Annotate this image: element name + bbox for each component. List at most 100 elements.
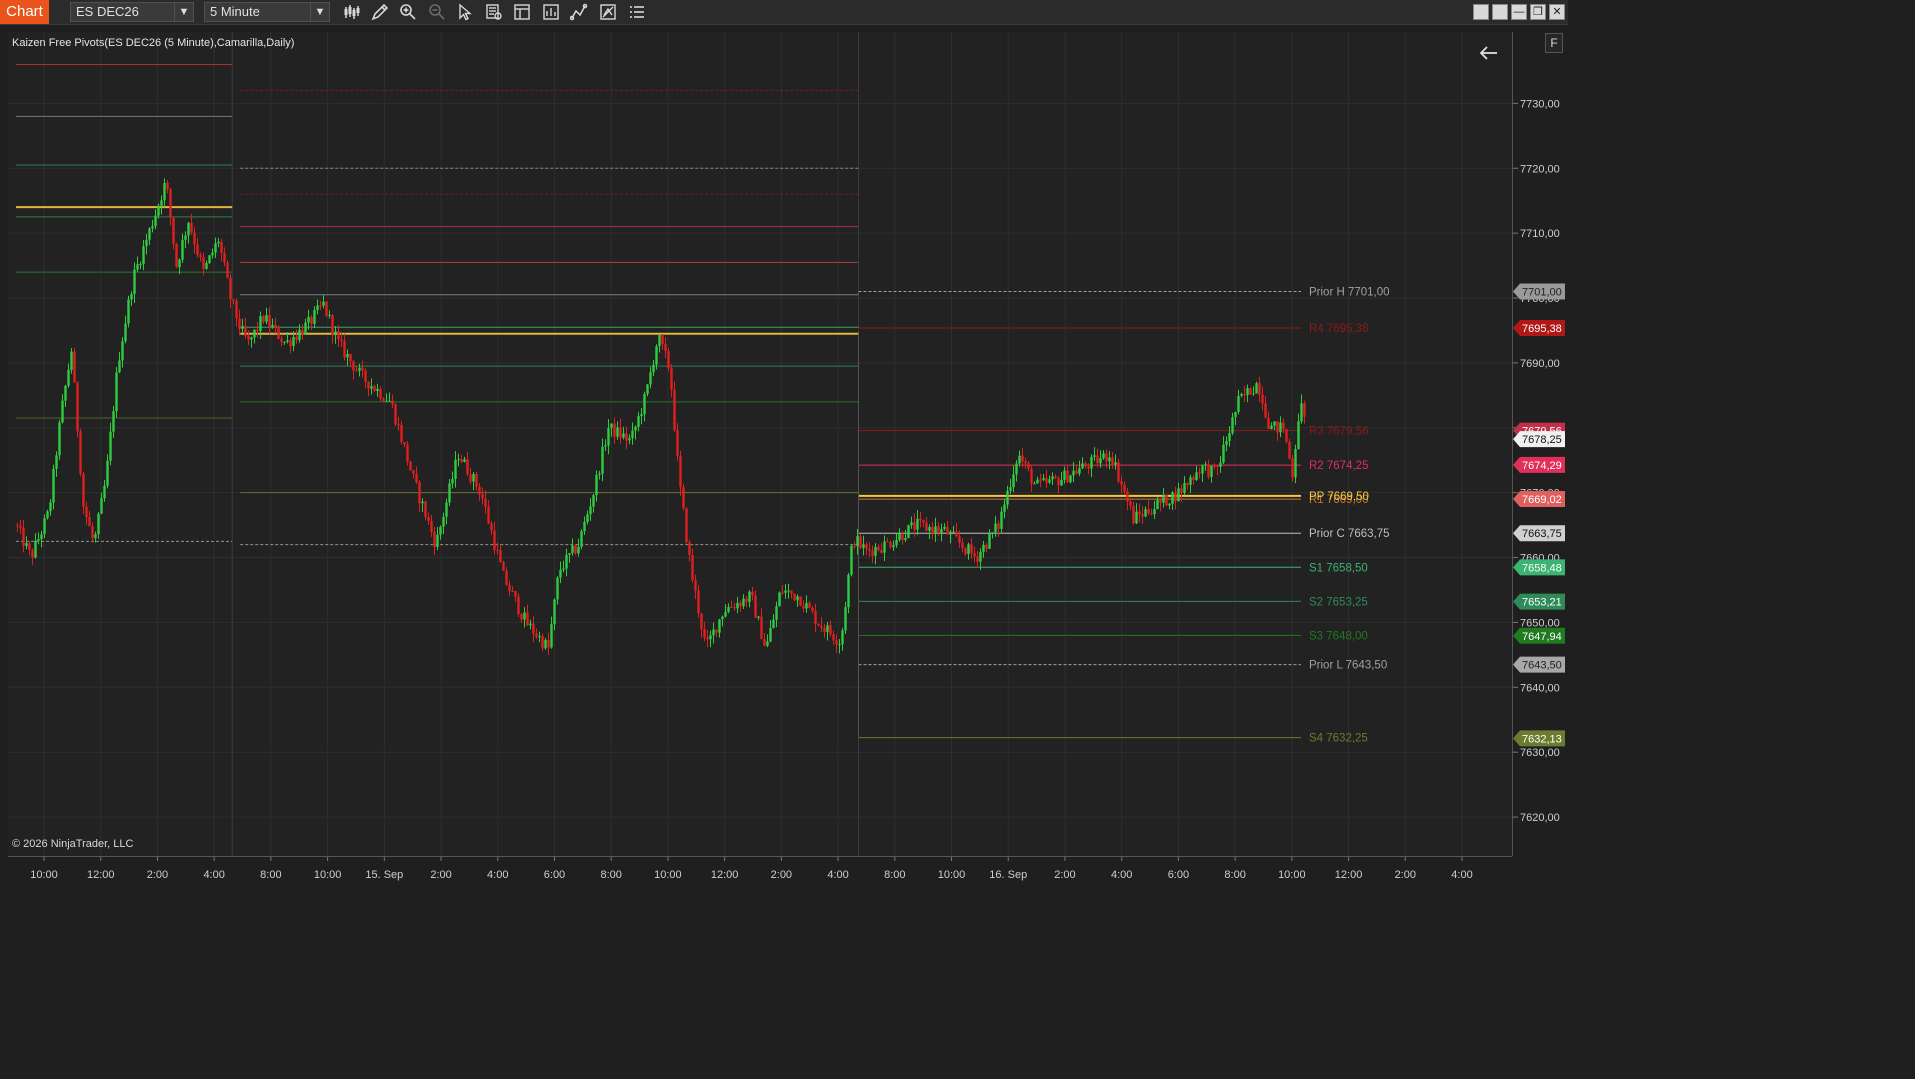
- candle-body: [1228, 433, 1231, 442]
- candle-body: [58, 422, 61, 456]
- candle-body: [1297, 421, 1300, 450]
- candle-body: [907, 524, 910, 538]
- candle-body: [112, 411, 115, 432]
- back-arrow-icon[interactable]: [1478, 42, 1500, 64]
- minimize-icon[interactable]: —: [1511, 4, 1527, 20]
- instrument-select[interactable]: ES DEC26 ▼: [70, 2, 194, 22]
- indicators-icon[interactable]: [570, 3, 588, 21]
- zoom-in-icon[interactable]: [399, 3, 417, 21]
- candle-body: [1288, 441, 1291, 459]
- candle-body: [460, 459, 463, 462]
- f-button[interactable]: F: [1545, 33, 1563, 53]
- restore-icon[interactable]: ❐: [1530, 4, 1546, 20]
- bar-type-icon[interactable]: [343, 3, 361, 21]
- candle-body: [754, 595, 757, 618]
- pivot-label: S3 7648,00: [1309, 630, 1368, 642]
- candle-body: [1111, 457, 1114, 465]
- candle-body: [880, 550, 883, 553]
- candle-body: [406, 444, 409, 462]
- candle-body: [604, 445, 607, 447]
- candle-body: [316, 305, 319, 311]
- candle-body: [1261, 394, 1264, 404]
- candle-body: [1012, 474, 1015, 488]
- candle-body: [196, 244, 199, 255]
- x-tick-label: 4:00: [1111, 869, 1132, 881]
- zoom-out-icon[interactable]: [428, 3, 446, 21]
- candle-body: [871, 550, 874, 556]
- candle-body: [664, 344, 667, 351]
- tile-icon[interactable]: [1492, 4, 1508, 20]
- candle-body: [1015, 463, 1018, 475]
- draw-pen-icon[interactable]: [371, 3, 389, 21]
- candle-body: [691, 555, 694, 581]
- candle-body: [739, 602, 742, 607]
- templates-icon[interactable]: [599, 3, 617, 21]
- candle-body: [319, 305, 322, 307]
- candle-body: [790, 590, 793, 594]
- price-marker-label: 7658,48: [1522, 562, 1562, 574]
- candle-body: [937, 526, 940, 533]
- chart-tab[interactable]: Chart: [0, 0, 49, 24]
- candle-body: [685, 508, 688, 543]
- candle-body: [916, 518, 919, 530]
- candle-body: [1129, 501, 1132, 506]
- candle-body: [1276, 421, 1279, 433]
- candle-body: [715, 629, 718, 633]
- candle-body: [949, 531, 952, 535]
- chevron-down-icon[interactable]: ▼: [174, 3, 193, 21]
- candle-body: [373, 386, 376, 391]
- interval-select[interactable]: 5 Minute ▼: [204, 2, 330, 22]
- chevron-down-icon[interactable]: ▼: [310, 3, 329, 21]
- candle-body: [802, 605, 805, 609]
- data-box-icon[interactable]: [485, 3, 503, 21]
- candle-body: [1291, 458, 1294, 478]
- candle-body: [697, 590, 700, 614]
- price-marker-label: 7678,25: [1522, 434, 1562, 446]
- candle-body: [379, 388, 382, 399]
- candle-body: [430, 520, 433, 532]
- close-icon[interactable]: ✕: [1549, 4, 1565, 20]
- candle-body: [778, 592, 781, 607]
- candle-body: [262, 316, 265, 322]
- candle-body: [730, 606, 733, 608]
- candle-body: [1300, 403, 1303, 422]
- candle-body: [310, 316, 313, 324]
- pointer-icon[interactable]: [456, 3, 474, 21]
- chart-panel[interactable]: Prior H 7701,00 R4 7695,38 R3 7679,56 R2 76…: [8, 32, 1512, 856]
- candle-body: [382, 398, 385, 402]
- candle-body: [580, 531, 583, 547]
- candle-body: [106, 460, 109, 486]
- candle-body: [967, 544, 970, 555]
- candle-body: [187, 222, 190, 236]
- price-axis[interactable]: 7730,007720,007710,007700,007690,007680,…: [1512, 32, 1569, 856]
- strategies-icon[interactable]: [542, 3, 560, 21]
- candle-body: [1027, 463, 1030, 469]
- candle-body: [544, 639, 547, 649]
- candle-body: [16, 525, 19, 527]
- candle-body: [1210, 465, 1213, 478]
- candle-body: [178, 259, 181, 268]
- price-marker-label: 7701,00: [1522, 287, 1562, 299]
- price-chart[interactable]: Prior H 7701,00 R4 7695,38 R3 7679,56 R2 76…: [8, 32, 1512, 856]
- candle-body: [388, 400, 391, 402]
- candle-body: [889, 541, 892, 548]
- candle-body: [1294, 449, 1297, 478]
- candle-body: [835, 640, 838, 645]
- candle-body: [556, 577, 559, 600]
- time-axis[interactable]: 10:00 12:00 2:00 4:00 8:00 10:00 15. Sep 2:00 4:…: [8, 856, 1512, 884]
- candle-body: [559, 569, 562, 578]
- properties-icon[interactable]: [513, 3, 531, 21]
- candle-body: [325, 301, 328, 316]
- y-tick-label: 7730,00: [1520, 98, 1560, 110]
- indicator-label[interactable]: Kaizen Free Pivots(ES DEC26 (5 Minute),C…: [12, 37, 294, 49]
- tile-icon[interactable]: [1473, 4, 1489, 20]
- candle-body: [772, 619, 775, 629]
- candle-body: [208, 255, 211, 263]
- more-menu-icon[interactable]: [628, 3, 646, 21]
- candle-body: [640, 414, 643, 417]
- candle-body: [688, 542, 691, 556]
- x-tick-label: 6:00: [544, 869, 565, 881]
- candle-body: [409, 461, 412, 471]
- candle-body: [856, 536, 859, 547]
- candle-body: [652, 364, 655, 373]
